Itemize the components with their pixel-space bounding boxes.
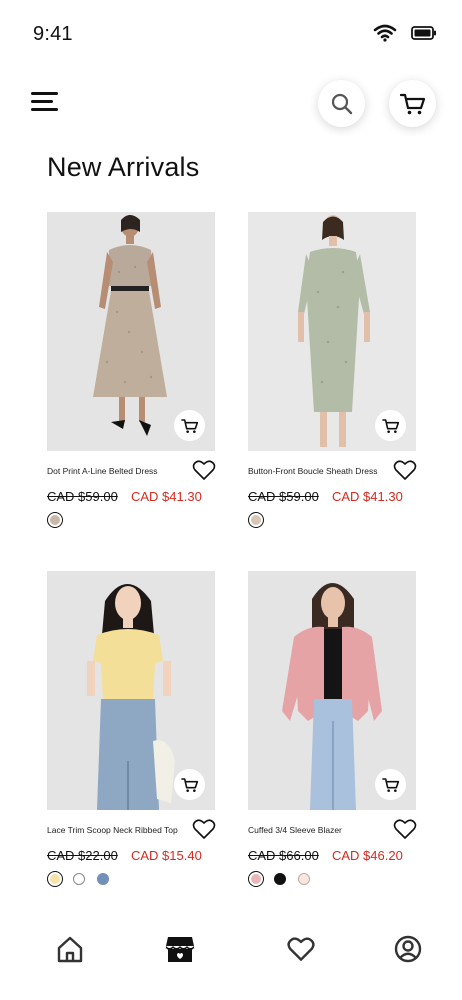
product-name[interactable]: Cuffed 3/4 Sleeve Blazer <box>248 825 342 835</box>
nav-wishlist[interactable] <box>284 932 318 966</box>
color-swatches <box>47 869 111 889</box>
color-swatches <box>47 510 63 530</box>
product-name[interactable]: Button-Front Boucle Sheath Dress <box>248 466 377 476</box>
color-swatch[interactable] <box>47 871 63 887</box>
original-price: CAD $59.00 <box>248 489 319 504</box>
product-name[interactable]: Lace Trim Scoop Neck Ribbed Top <box>47 825 178 835</box>
wishlist-button[interactable] <box>393 818 417 840</box>
search-button[interactable] <box>318 80 365 127</box>
product-card[interactable]: Dot Print A-Line Belted Dress CAD $59.00… <box>47 212 216 528</box>
add-to-cart-button[interactable] <box>174 410 205 441</box>
sale-price: CAD $41.30 <box>332 489 403 504</box>
product-image[interactable] <box>248 571 416 810</box>
cart-icon <box>180 418 198 433</box>
store-icon <box>166 937 194 962</box>
product-image[interactable] <box>47 212 215 451</box>
home-icon <box>57 936 83 963</box>
sale-price: CAD $41.30 <box>131 489 202 504</box>
product-card[interactable]: Cuffed 3/4 Sleeve Blazer CAD $66.00 CAD … <box>248 571 417 887</box>
add-to-cart-button[interactable] <box>174 769 205 800</box>
nav-store[interactable] <box>163 932 197 966</box>
add-to-cart-button[interactable] <box>375 410 406 441</box>
product-prices: CAD $66.00 CAD $46.20 <box>248 848 448 866</box>
color-swatch[interactable] <box>248 871 264 887</box>
product-name-row: Button-Front Boucle Sheath Dress <box>248 457 417 481</box>
heart-icon <box>192 460 216 480</box>
cart-icon <box>381 418 399 433</box>
cart-button[interactable] <box>389 80 436 127</box>
color-swatches <box>248 510 264 530</box>
nav-profile[interactable] <box>391 932 425 966</box>
search-icon <box>331 93 352 114</box>
wishlist-button[interactable] <box>393 459 417 481</box>
wishlist-button[interactable] <box>192 459 216 481</box>
nav-home[interactable] <box>53 932 87 966</box>
profile-icon <box>394 935 422 963</box>
heart-icon <box>287 937 315 961</box>
cart-icon <box>180 777 198 792</box>
color-swatches <box>248 869 312 889</box>
color-swatch[interactable] <box>47 512 63 528</box>
original-price: CAD $66.00 <box>248 848 319 863</box>
wifi-icon <box>373 24 397 47</box>
product-name-row: Dot Print A-Line Belted Dress <box>47 457 216 481</box>
color-swatch[interactable] <box>248 512 264 528</box>
color-swatch[interactable] <box>97 873 109 885</box>
original-price: CAD $22.00 <box>47 848 118 863</box>
product-card[interactable]: Lace Trim Scoop Neck Ribbed Top CAD $22.… <box>47 571 216 887</box>
product-card[interactable]: Button-Front Boucle Sheath Dress CAD $59… <box>248 212 417 528</box>
status-icons <box>373 24 437 47</box>
menu-icon[interactable] <box>31 92 63 116</box>
color-swatch[interactable] <box>73 873 85 885</box>
wishlist-button[interactable] <box>192 818 216 840</box>
color-swatch[interactable] <box>274 873 286 885</box>
add-to-cart-button[interactable] <box>375 769 406 800</box>
status-time: 9:41 <box>33 23 73 45</box>
status-bar: 9:41 <box>0 0 462 70</box>
battery-icon <box>411 25 437 46</box>
top-nav <box>0 78 462 134</box>
heart-icon <box>192 819 216 839</box>
product-prices: CAD $59.00 CAD $41.30 <box>248 489 448 507</box>
product-prices: CAD $59.00 CAD $41.30 <box>47 489 247 507</box>
product-prices: CAD $22.00 CAD $15.40 <box>47 848 247 866</box>
sale-price: CAD $15.40 <box>131 848 202 863</box>
product-image[interactable] <box>47 571 215 810</box>
cart-icon <box>399 93 425 114</box>
cart-icon <box>381 777 399 792</box>
product-name-row: Cuffed 3/4 Sleeve Blazer <box>248 816 417 840</box>
original-price: CAD $59.00 <box>47 489 118 504</box>
product-image[interactable] <box>248 212 416 451</box>
page-title: New Arrivals <box>47 152 200 182</box>
heart-icon <box>393 460 417 480</box>
product-name[interactable]: Dot Print A-Line Belted Dress <box>47 466 158 476</box>
color-swatch[interactable] <box>298 873 310 885</box>
product-name-row: Lace Trim Scoop Neck Ribbed Top <box>47 816 216 840</box>
bottom-nav <box>0 920 462 980</box>
sale-price: CAD $46.20 <box>332 848 403 863</box>
heart-icon <box>393 819 417 839</box>
